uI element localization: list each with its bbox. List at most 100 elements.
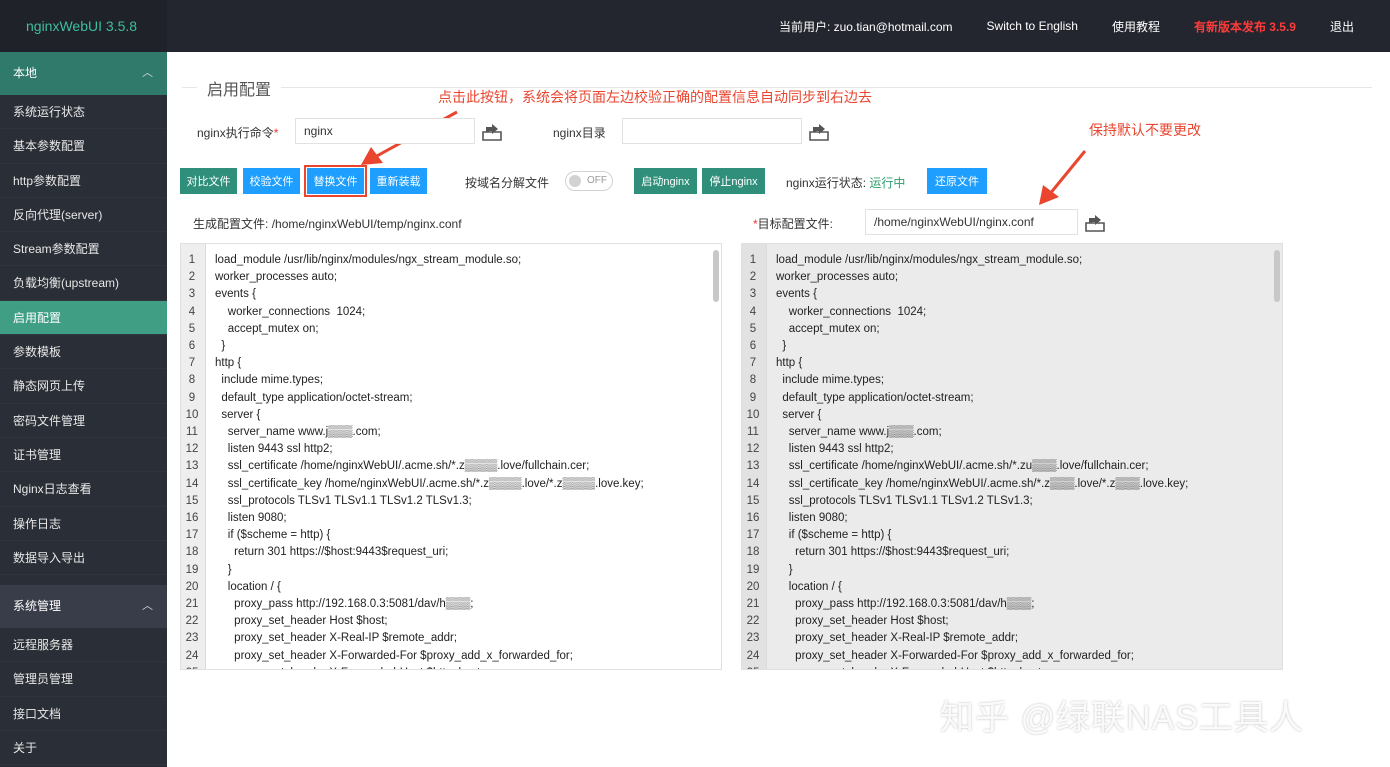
nginx-directory-input[interactable] [622,118,802,144]
target-config-editor[interactable]: 1 load_module /usr/lib/nginx/modules/ngx_… [741,243,1283,670]
line-number: 10 [185,408,199,421]
sidebar-item-enable-config[interactable]: 启用配置 [0,300,167,336]
tutorial-link[interactable]: 使用教程 [1112,18,1160,35]
target-select-icon[interactable] [1084,211,1106,233]
code-line: 13 ssl_certificate /home/nginxWebUI/.acm… [181,458,590,475]
main-content: 启用配置 点击此按钮，系统会将页面左边校验正确的配置信息自动同步到右边去 保持默… [167,52,1390,767]
dir-label: nginx目录 [553,126,606,140]
sidebar-item-api-docs[interactable]: 接口文档 [0,697,167,732]
nginx-status: nginx运行状态: 运行中 [786,174,905,191]
editor-scrollbar[interactable] [1274,250,1280,302]
line-number: 11 [747,426,759,438]
line-number: 9 [188,391,196,404]
nginx-command-input[interactable] [295,118,475,144]
update-link[interactable]: 有新版本发布 3.5.9 [1194,18,1296,35]
annotation-keep-default: 保持默认不要更改 [1089,122,1201,138]
sidebar-item-operation-logs[interactable]: 操作日志 [0,507,167,541]
sidebar-group-label: 系统管理 [13,599,62,614]
sidebar-item-system-status[interactable]: 系统运行状态 [0,95,167,130]
line-number: 10 [746,408,760,421]
sidebar: 本地 ︿ 系统运行状态 基本参数配置 http参数配置 反向代理(server)… [0,52,167,767]
line-number: 15 [185,494,199,507]
logout-link[interactable]: 退出 [1330,18,1354,35]
code-text: include mime.types; [776,374,885,387]
sidebar-item-certificates[interactable]: 证书管理 [0,438,167,473]
reload-button[interactable]: 重新装载 [370,168,427,194]
code-text: proxy_set_header X-Real-IP $remote_addr; [776,632,1019,645]
code-line: 24 proxy_set_header X-Forwarded-For $pro… [742,648,1134,665]
replace-file-button[interactable]: 替换文件 [304,165,367,197]
code-line: 22 proxy_set_header Host $host; [742,613,949,630]
sidebar-item-static-upload[interactable]: 静态网页上传 [0,369,167,404]
target-config-input[interactable] [865,209,1078,235]
sidebar-item-param-template[interactable]: 参数模板 [0,335,167,370]
code-line: 15 ssl_protocols TLSv1 TLSv1.1 TLSv1.2 T… [742,493,1033,510]
sidebar-item-reverse-proxy[interactable]: 反向代理(server) [0,198,167,233]
code-line: 7 http { [181,355,241,372]
code-text: worker_connections 1024; [215,305,366,318]
line-number: 20 [746,580,760,593]
sidebar-item-upstream[interactable]: 负载均衡(upstream) [0,266,167,301]
code-line: 12 listen 9443 ssl http2; [742,441,894,458]
line-number: 3 [749,288,757,301]
code-line: 6 } [181,338,225,355]
sidebar-group-local[interactable]: 本地 ︿ [0,52,167,95]
code-text: proxy_set_header X-Forwarded-For $proxy_… [215,649,573,662]
line-number: 16 [746,512,760,524]
restore-file-button[interactable]: 还原文件 [927,168,987,194]
generated-config-editor[interactable]: 1 load_module /usr/lib/nginx/modules/ngx_… [180,243,722,670]
sidebar-item-remote-servers[interactable]: 远程服务器 [0,628,167,663]
code-line: 1 load_module /usr/lib/nginx/modules/ngx_… [181,252,521,269]
dir-select-icon[interactable] [808,120,830,142]
top-bar: nginxWebUI 3.5.8 当前用户: zuo.tian@hotmail.… [0,0,1390,52]
sidebar-item-data-import-export[interactable]: 数据导入导出 [0,541,167,576]
sidebar-item-about[interactable]: 关于 [0,731,167,766]
toggle-state: OFF [587,175,607,186]
switch-language-link[interactable]: Switch to English [987,19,1078,33]
chevron-up-icon: ︿ [142,67,153,79]
sidebar-item-nginx-logs[interactable]: Nginx日志查看 [0,472,167,507]
code-line: 22 proxy_set_header Host $host; [181,613,388,630]
code-text: server { [215,408,261,421]
line-number: 14 [185,477,199,490]
code-text: proxy_set_header Host $host; [776,615,949,628]
code-text: ssl_protocols TLSv1 TLSv1.1 TLSv1.2 TLSv… [776,494,1033,507]
editor-scrollbar[interactable] [713,250,719,302]
code-line: 21 proxy_pass http://192.168.0.3:5081/da… [742,596,1035,613]
code-text: events { [215,288,256,301]
line-number: 1 [188,254,196,266]
code-text: default_type application/octet-stream; [215,391,413,404]
app-logo[interactable]: nginxWebUI 3.5.8 [0,0,167,52]
line-number: 7 [749,357,757,370]
line-number: 5 [188,322,196,335]
code-text: worker_processes auto; [776,271,899,284]
split-domain-toggle[interactable]: OFF [565,171,613,191]
target-label-text: 目标配置文件: [757,217,834,231]
code-line: 11 server_name www.j▒▒▒.com; [742,424,942,441]
line-number: 20 [185,580,199,593]
sidebar-item-admin-management[interactable]: 管理员管理 [0,662,167,697]
sidebar-item-http-params[interactable]: http参数配置 [0,164,167,198]
code-line: 2 worker_processes auto; [181,269,337,286]
line-number: 24 [185,649,199,662]
start-nginx-button[interactable]: 启动nginx [634,168,697,194]
code-line: 10 server { [181,407,261,424]
status-value: 运行中 [869,176,906,190]
sidebar-item-basic-params[interactable]: 基本参数配置 [0,129,167,164]
line-number: 11 [186,426,198,438]
stop-nginx-button[interactable]: 停止nginx [702,168,765,194]
annotation-replace-hint: 点击此按钮，系统会将页面左边校验正确的配置信息自动同步到右边去 [438,89,872,105]
sidebar-item-stream-params[interactable]: Stream参数配置 [0,232,167,267]
code-line: 9 default_type application/octet-stream; [181,390,413,407]
validate-file-button[interactable]: 校验文件 [243,168,300,194]
line-number: 2 [188,271,196,284]
sidebar-item-password-files[interactable]: 密码文件管理 [0,404,167,438]
chevron-up-icon: ︿ [142,600,153,613]
sidebar-group-system[interactable]: 系统管理 ︿ [0,585,167,629]
code-text: proxy_set_header X-Forwarded-Host $http_… [776,665,1044,669]
code-line: 7 http { [742,355,802,372]
cmd-select-icon[interactable] [481,120,503,142]
code-line: 4 worker_connections 1024; [742,304,926,321]
compare-file-button[interactable]: 对比文件 [180,168,237,194]
code-text: load_module /usr/lib/nginx/modules/ngx_s… [215,254,522,266]
